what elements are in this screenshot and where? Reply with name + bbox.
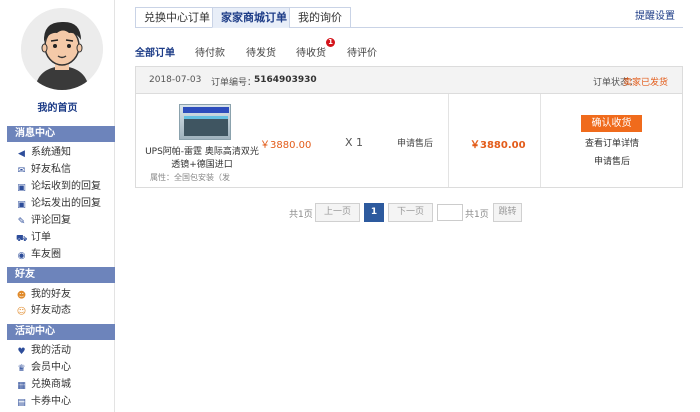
section-activity-center: 活动中心 bbox=[7, 324, 115, 340]
sidebar-item-my-activity[interactable]: ♥ 我的活动 bbox=[16, 343, 71, 359]
page-1-button[interactable]: 1 bbox=[364, 203, 384, 222]
product-image[interactable] bbox=[179, 104, 231, 140]
pending-receipt-badge: 1 bbox=[326, 38, 335, 47]
jump-button[interactable]: 跳转 bbox=[493, 203, 522, 222]
subtab-pending-shipment[interactable]: 待发货 bbox=[246, 44, 276, 59]
order-number: 5164903930 bbox=[254, 75, 317, 85]
quantity: X 1 bbox=[345, 136, 364, 149]
section-message-center: 消息中心 bbox=[7, 126, 115, 142]
sidebar-item-coupon-center[interactable]: ▤ 卡券中心 bbox=[16, 394, 71, 410]
product-image-label-strip bbox=[183, 107, 229, 113]
order-tabs: 兑换中心订单 家家商城订单 我的询价 提醒设置 bbox=[135, 7, 683, 28]
sidebar: 我的首页 消息中心 ◀ 系统通知 ✉ 好友私信 ▣ 论坛收到的回复 ▣ 论坛发出的回复 … bbox=[0, 0, 115, 412]
tab-exchange-orders[interactable]: 兑换中心订单 bbox=[135, 7, 219, 28]
confirm-receipt-button[interactable]: 确认收货 bbox=[581, 115, 642, 132]
prev-page-button[interactable]: 上一页 bbox=[315, 203, 360, 222]
sidebar-item-private-message[interactable]: ✉ 好友私信 bbox=[16, 162, 71, 178]
circle-icon: ◉ bbox=[17, 251, 26, 261]
avatar-icon bbox=[21, 8, 103, 90]
remind-settings-link[interactable]: 提醒设置 bbox=[635, 7, 675, 27]
column-divider bbox=[540, 94, 541, 187]
sidebar-item-car-circle[interactable]: ◉ 车友圈 bbox=[16, 247, 61, 263]
tab-my-inquiries[interactable]: 我的询价 bbox=[289, 7, 351, 28]
friends-icon: ☻ bbox=[16, 291, 27, 301]
sidebar-item-my-friends[interactable]: ☻ 我的好友 bbox=[16, 287, 71, 303]
sidebar-item-forum-sent[interactable]: ▣ 论坛发出的回复 bbox=[16, 196, 101, 212]
order-header: 2018-07-03 订单编号： 5164903930 订单状态： 卖家已发货 bbox=[136, 67, 682, 94]
product-image-box bbox=[184, 116, 228, 136]
member-icon: ♛ bbox=[17, 364, 26, 374]
sidebar-item-exchange-mall[interactable]: ▦ 兑换商城 bbox=[16, 377, 71, 393]
my-home-link[interactable]: 我的首页 bbox=[0, 99, 115, 114]
sidebar-item-system-notice[interactable]: ◀ 系统通知 bbox=[16, 145, 71, 161]
total-pages-text: 共1页 bbox=[289, 210, 313, 220]
section-friends: 好友 bbox=[7, 267, 115, 283]
edit-icon: ✎ bbox=[17, 217, 26, 227]
ticket-icon: ▤ bbox=[17, 398, 26, 408]
cart-icon: ⛟ bbox=[16, 234, 28, 244]
envelope-icon: ✉ bbox=[17, 166, 26, 176]
reply-in-icon: ▣ bbox=[17, 183, 26, 193]
next-page-button[interactable]: 下一页 bbox=[388, 203, 433, 222]
order-number-label: 订单编号： bbox=[211, 78, 257, 88]
product-attributes: 属性：全国包安装（发 bbox=[150, 173, 230, 182]
sidebar-item-friend-feed[interactable]: ☺ 好友动态 bbox=[16, 303, 71, 319]
apply-aftersale-link-2[interactable]: 申请售后 bbox=[594, 154, 630, 167]
reply-out-icon: ▣ bbox=[17, 200, 26, 210]
column-divider bbox=[448, 94, 449, 187]
view-order-detail-link[interactable]: 查看订单详情 bbox=[585, 136, 639, 149]
subtab-all-orders[interactable]: 全部订单 bbox=[135, 44, 175, 59]
tab-mall-orders[interactable]: 家家商城订单 bbox=[212, 7, 296, 28]
page-suffix-text: 共1页 bbox=[465, 210, 489, 220]
order-date: 2018-07-03 bbox=[149, 75, 202, 85]
sidebar-item-comment-reply[interactable]: ✎ 评论回复 bbox=[16, 213, 71, 229]
apply-aftersale-link[interactable]: 申请售后 bbox=[397, 136, 433, 149]
order-status: 卖家已发货 bbox=[622, 78, 668, 88]
subtab-pending-receipt[interactable]: 待收货 bbox=[296, 44, 326, 59]
friend-feed-icon: ☺ bbox=[16, 307, 27, 317]
page-jump-input[interactable] bbox=[437, 204, 463, 221]
subtab-pending-review[interactable]: 待评价 bbox=[347, 44, 377, 59]
subtab-pending-payment[interactable]: 待付款 bbox=[195, 44, 225, 59]
avatar[interactable] bbox=[21, 8, 103, 90]
gift-icon: ▦ bbox=[17, 381, 26, 391]
sidebar-item-orders[interactable]: ⛟ 订单 bbox=[16, 230, 51, 246]
sidebar-item-forum-received[interactable]: ▣ 论坛收到的回复 bbox=[16, 179, 101, 195]
order-total: ￥3880.00 bbox=[470, 140, 526, 151]
speaker-icon: ◀ bbox=[18, 149, 25, 159]
unit-price: ￥3880.00 bbox=[260, 140, 312, 151]
sidebar-item-member-center[interactable]: ♛ 会员中心 bbox=[16, 360, 71, 376]
product-name-link[interactable]: UPS阿帕-雷霆 奥际高清双光透镜+德国进口 bbox=[144, 146, 260, 172]
heart-icon: ♥ bbox=[17, 347, 26, 357]
order-card: 2018-07-03 订单编号： 5164903930 订单状态： 卖家已发货 … bbox=[135, 66, 683, 188]
